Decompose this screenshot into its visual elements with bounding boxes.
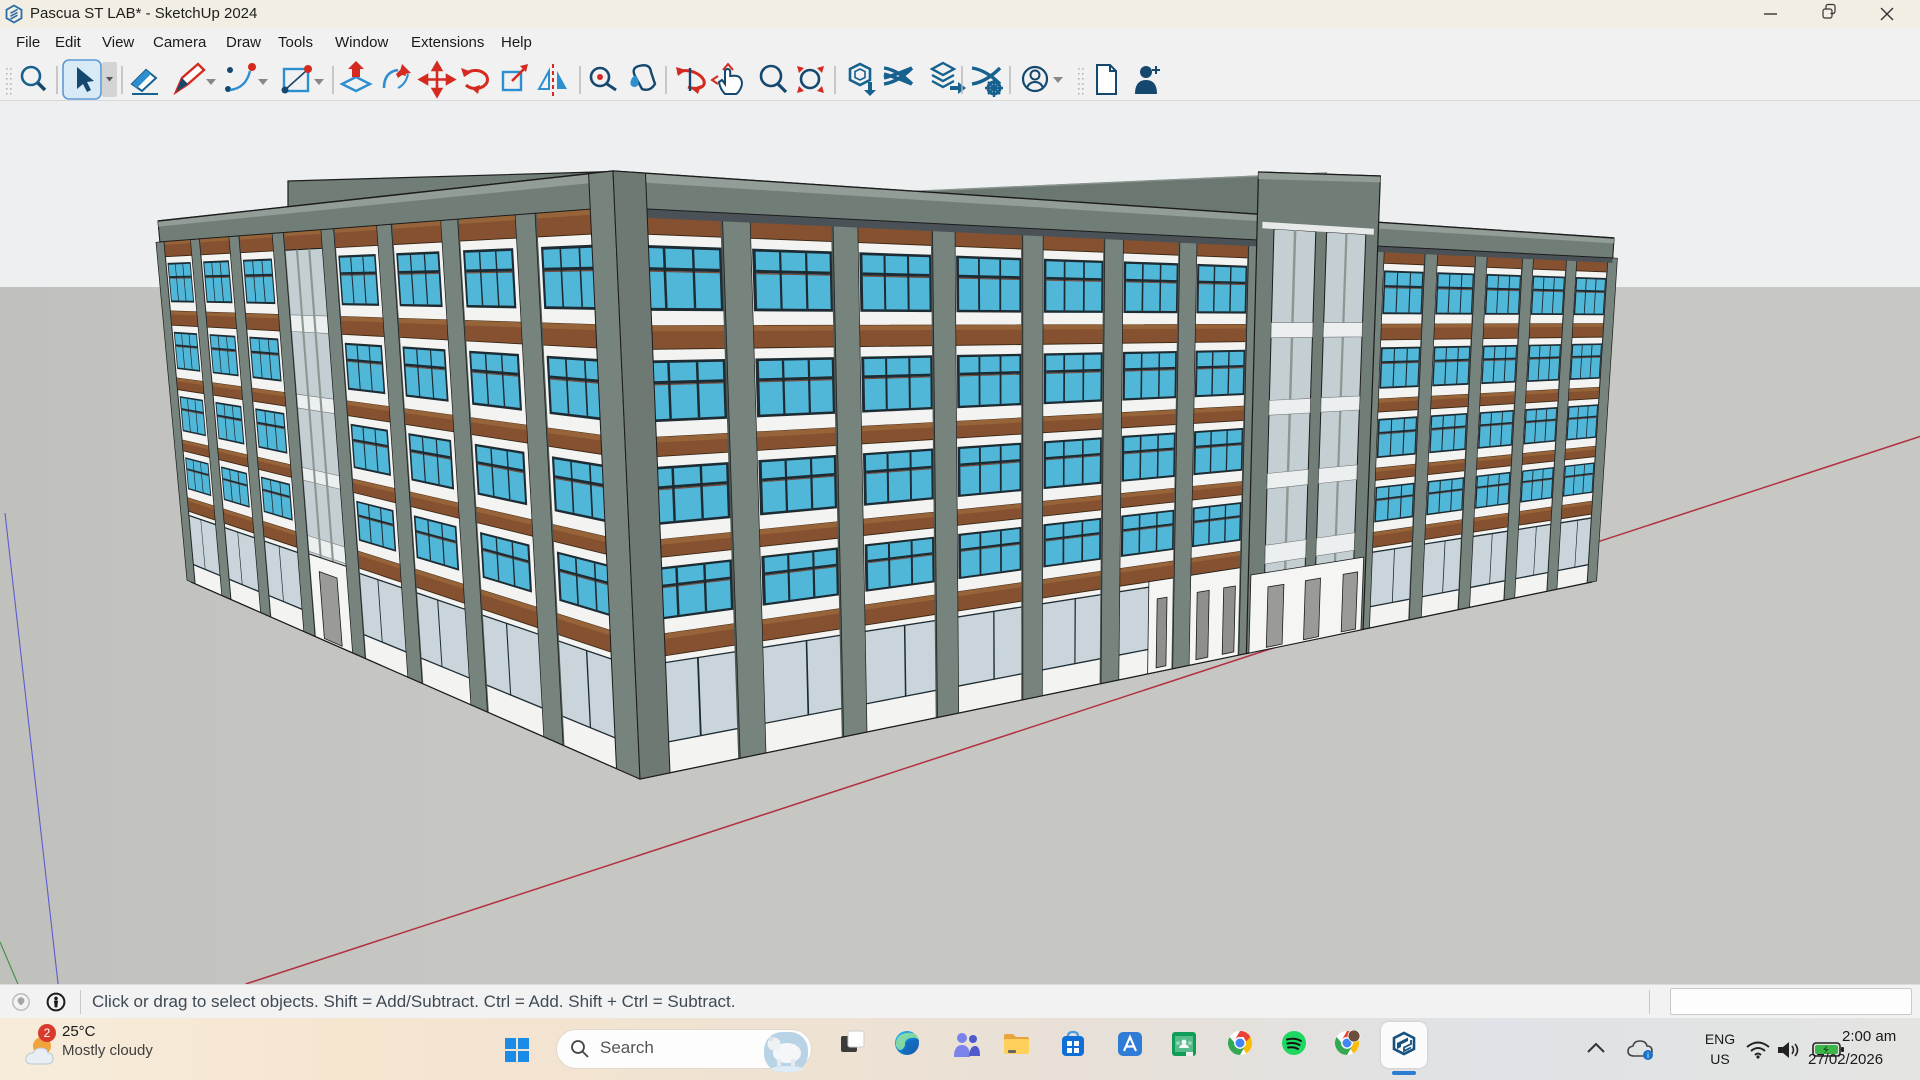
svg-text:2: 2: [44, 1026, 51, 1040]
svg-text:i: i: [1647, 1051, 1649, 1060]
